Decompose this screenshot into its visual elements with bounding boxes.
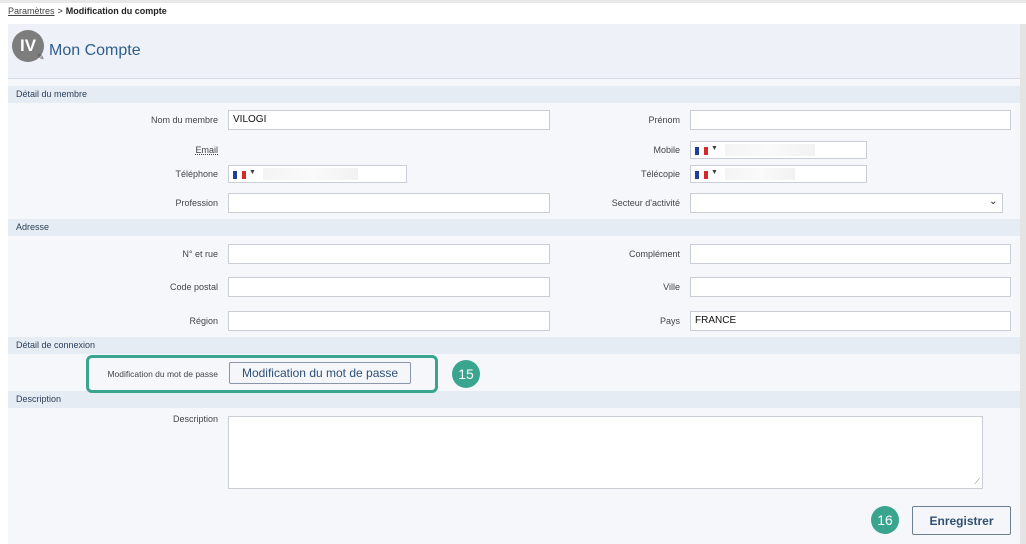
label-profession: Profession (175, 198, 218, 208)
page-header: IV ✎ Mon Compte (8, 24, 1020, 79)
phone-value-redacted (263, 168, 358, 180)
label-city: Ville (663, 282, 680, 292)
label-sector: Secteur d'activité (611, 198, 680, 208)
step-badge-15: 15 (452, 360, 480, 388)
section-description: Description (8, 391, 1020, 408)
city-input[interactable] (690, 277, 1011, 297)
label-email: Email (18, 145, 218, 155)
complement-input[interactable] (690, 244, 1011, 264)
france-flag-icon (233, 171, 246, 179)
label-mobile: Mobile (653, 145, 680, 155)
description-textarea[interactable]: ⟋ (228, 416, 983, 489)
label-description: Description (172, 414, 218, 424)
label-region: Région (189, 316, 218, 326)
france-flag-icon (695, 171, 708, 179)
breadcrumb-current: Modification du compte (65, 6, 167, 16)
breadcrumb-link-parametres[interactable]: Paramètres (8, 6, 55, 16)
label-country: Pays (659, 316, 680, 326)
section-address: Adresse (8, 219, 1020, 236)
fax-field[interactable]: ▼ (690, 165, 867, 183)
breadcrumb: Paramètres > Modification du compte (8, 6, 167, 16)
chevron-down-icon[interactable]: ⌄ (989, 196, 1014, 207)
france-flag-icon (695, 147, 708, 155)
step-badge-16: 16 (871, 506, 899, 534)
save-button[interactable]: Enregistrer (912, 506, 1011, 535)
email-label-text: Email (195, 145, 218, 155)
label-fax: Télécopie (640, 169, 680, 179)
chevron-down-icon[interactable]: ▼ (711, 145, 718, 152)
sector-select[interactable] (690, 193, 1003, 213)
label-complement: Complément (628, 249, 680, 259)
section-member: Détail du membre (8, 86, 1020, 103)
phone-field[interactable]: ▼ (228, 165, 407, 183)
right-edge (1020, 24, 1026, 544)
label-firstname: Prénom (648, 115, 680, 125)
change-password-button[interactable]: Modification du mot de passe (229, 362, 411, 384)
mobile-value-redacted (725, 144, 815, 156)
section-login: Détail de connexion (8, 337, 1020, 354)
country-input[interactable]: FRANCE (690, 311, 1011, 331)
resize-handle-icon[interactable]: ⟋ (974, 477, 980, 487)
chevron-down-icon[interactable]: ▼ (249, 169, 256, 176)
edit-icon[interactable]: ✎ (37, 52, 47, 62)
label-name: Nom du membre (150, 115, 218, 125)
breadcrumb-separator: > (57, 6, 63, 16)
chevron-down-icon[interactable]: ▼ (711, 169, 718, 176)
page-title: Mon Compte (49, 42, 141, 59)
fax-value-redacted (725, 168, 795, 180)
label-phone: Téléphone (175, 169, 218, 179)
label-street: N° et rue (182, 249, 218, 259)
mobile-phone-field[interactable]: ▼ (690, 141, 867, 159)
label-zip: Code postal (169, 282, 218, 292)
firstname-input[interactable] (690, 110, 1011, 130)
top-shade (0, 0, 1026, 3)
